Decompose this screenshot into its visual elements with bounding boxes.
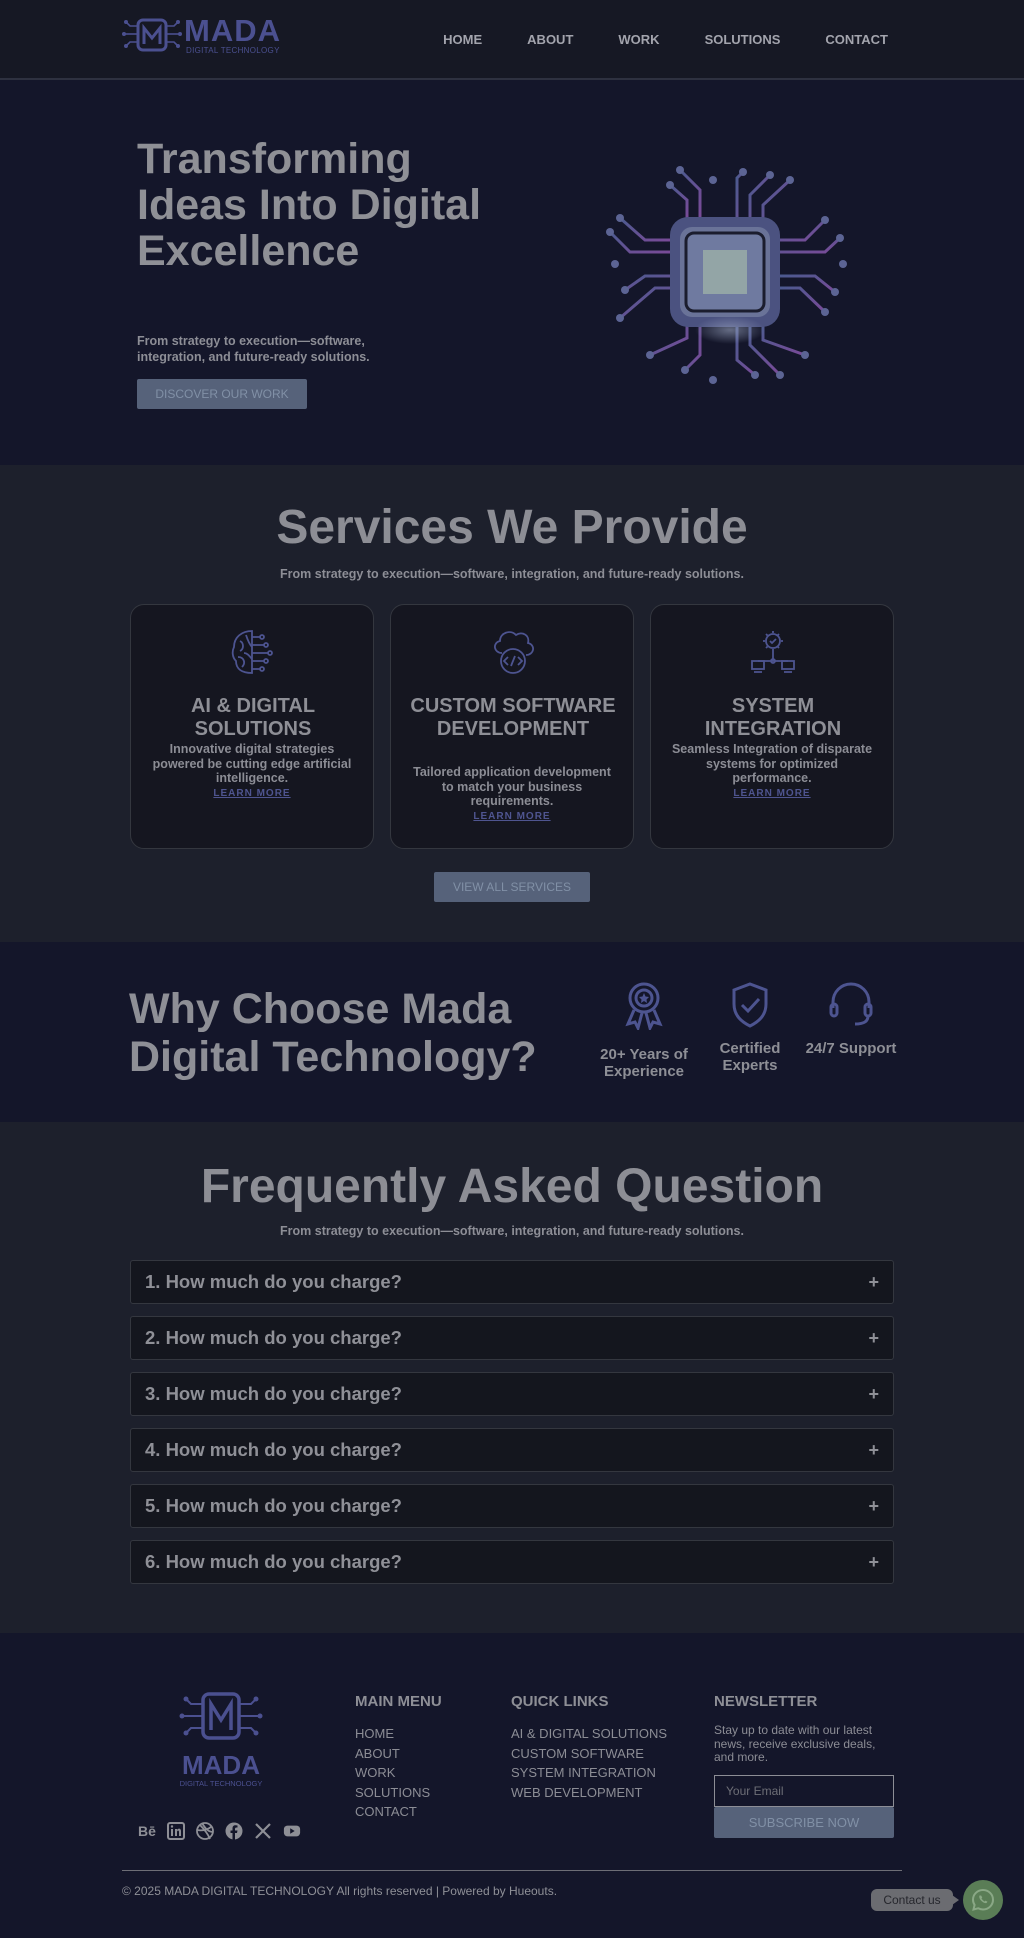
newsletter-email-input[interactable] xyxy=(714,1775,894,1807)
footer-link-contact[interactable]: CONTACT xyxy=(355,1802,442,1822)
nav-home[interactable]: HOME xyxy=(443,32,482,47)
expand-plus-icon[interactable]: + xyxy=(868,1384,879,1405)
site-header: MADA DIGITAL TECHNOLOGY HOME ABOUT WORK … xyxy=(0,0,1024,80)
main-nav: HOME ABOUT WORK SOLUTIONS CONTACT xyxy=(443,0,888,78)
brand-logo[interactable]: MADA DIGITAL TECHNOLOGY xyxy=(122,13,281,56)
services-section: Services We Provide From strategy to exe… xyxy=(0,465,1024,942)
card-description: Tailored application development to matc… xyxy=(413,765,611,808)
card-description: Innovative digital strategies powered be… xyxy=(152,742,352,785)
faq-question: 6. How much do you charge? xyxy=(145,1551,402,1572)
headset-icon xyxy=(829,982,873,1026)
footer-quick-links: QUICK LINKS AI & DIGITAL SOLUTIONS CUSTO… xyxy=(511,1693,667,1802)
expand-plus-icon[interactable]: + xyxy=(868,1440,879,1461)
services-subtitle: From strategy to execution—software, int… xyxy=(280,567,744,581)
faq-item[interactable]: 3. How much do you charge? + xyxy=(130,1372,894,1416)
nav-about[interactable]: ABOUT xyxy=(527,32,573,47)
youtube-icon[interactable] xyxy=(283,1822,301,1840)
logo-chip-icon xyxy=(122,18,182,52)
faq-question: 4. How much do you charge? xyxy=(145,1439,402,1460)
expand-plus-icon[interactable]: + xyxy=(868,1272,879,1293)
why-label: 24/7 Support xyxy=(805,1040,897,1057)
footer-link-solutions[interactable]: SOLUTIONS xyxy=(355,1783,442,1803)
facebook-icon[interactable] xyxy=(225,1822,243,1840)
nav-work[interactable]: WORK xyxy=(618,32,659,47)
faq-question: 5. How much do you charge? xyxy=(145,1495,402,1516)
expand-plus-icon[interactable]: + xyxy=(868,1328,879,1349)
dribbble-icon[interactable] xyxy=(196,1822,214,1840)
faq-item[interactable]: 5. How much do you charge? + xyxy=(130,1484,894,1528)
why-label: 20+ Years of Experience xyxy=(600,1046,688,1080)
linkedin-icon[interactable] xyxy=(167,1822,185,1840)
footer-link-integration[interactable]: SYSTEM INTEGRATION xyxy=(511,1763,667,1783)
footer-link-ai[interactable]: AI & DIGITAL SOLUTIONS xyxy=(511,1724,667,1744)
whatsapp-icon xyxy=(971,1888,995,1911)
why-section: Why Choose Mada Digital Technology? 20+ … xyxy=(0,942,1024,1122)
footer-newsletter: NEWSLETTER Stay up to date with our late… xyxy=(714,1693,894,1765)
card-description: Seamless Integration of disparate system… xyxy=(671,742,873,785)
discover-work-button[interactable]: DISCOVER OUR WORK xyxy=(137,379,307,409)
x-icon[interactable] xyxy=(254,1822,272,1840)
faq-title: Frequently Asked Question xyxy=(200,1160,824,1213)
card-title: CUSTOM SOFTWARE DEVELOPMENT xyxy=(410,695,616,740)
whatsapp-chat-button[interactable] xyxy=(963,1880,1003,1920)
footer-brand-name: MADA xyxy=(182,1750,260,1780)
why-item-support: 24/7 Support xyxy=(791,980,911,1057)
learn-more-link[interactable]: LEARN MORE xyxy=(651,788,893,799)
footer-main-menu: MAIN MENU HOME ABOUT WORK SOLUTIONS CONT… xyxy=(355,1693,442,1822)
social-links: Bē xyxy=(138,1822,301,1840)
system-integration-icon xyxy=(751,631,795,673)
card-title: AI & DIGITAL SOLUTIONS xyxy=(190,695,316,740)
view-all-services-button[interactable]: VIEW ALL SERVICES xyxy=(434,872,590,902)
main-menu-heading: MAIN MENU xyxy=(355,1693,442,1710)
quick-links-heading: QUICK LINKS xyxy=(511,1693,609,1710)
shield-check-icon xyxy=(732,982,768,1028)
newsletter-text: Stay up to date with our latest news, re… xyxy=(714,1723,876,1764)
expand-plus-icon[interactable]: + xyxy=(868,1552,879,1573)
faq-question: 2. How much do you charge? xyxy=(145,1327,402,1348)
circuit-chip-illustration xyxy=(606,166,847,384)
brand-tagline: DIGITAL TECHNOLOGY xyxy=(186,46,280,55)
hero-title: Transforming Ideas Into Digital Excellen… xyxy=(137,135,482,275)
faq-subtitle: From strategy to execution—software, int… xyxy=(280,1224,744,1238)
learn-more-link[interactable]: LEARN MORE xyxy=(391,811,633,822)
faq-item[interactable]: 6. How much do you charge? + xyxy=(130,1540,894,1584)
newsletter-heading: NEWSLETTER xyxy=(714,1693,818,1710)
logo-chip-icon xyxy=(179,1692,263,1740)
faq-question: 3. How much do you charge? xyxy=(145,1383,402,1404)
nav-contact[interactable]: CONTACT xyxy=(825,32,888,47)
footer-link-web-dev[interactable]: WEB DEVELOPMENT xyxy=(511,1783,667,1803)
why-item-experience: 20+ Years of Experience xyxy=(584,980,704,1080)
footer-link-software[interactable]: CUSTOM SOFTWARE xyxy=(511,1744,667,1764)
footer-link-work[interactable]: WORK xyxy=(355,1763,442,1783)
service-card-ai[interactable]: AI & DIGITAL SOLUTIONS Innovative digita… xyxy=(130,604,374,849)
footer-link-about[interactable]: ABOUT xyxy=(355,1744,442,1764)
nav-solutions[interactable]: SOLUTIONS xyxy=(705,32,781,47)
faq-section: Frequently Asked Question From strategy … xyxy=(0,1122,1024,1633)
footer-divider xyxy=(122,1870,902,1871)
brand-name: MADA xyxy=(184,13,281,48)
service-card-software[interactable]: CUSTOM SOFTWARE DEVELOPMENT Tailored app… xyxy=(390,604,634,849)
faq-question: 1. How much do you charge? xyxy=(145,1271,402,1292)
ai-brain-icon xyxy=(231,630,273,674)
footer-link-home[interactable]: HOME xyxy=(355,1724,442,1744)
expand-plus-icon[interactable]: + xyxy=(868,1496,879,1517)
faq-item[interactable]: 2. How much do you charge? + xyxy=(130,1316,894,1360)
behance-icon[interactable]: Bē xyxy=(138,1822,156,1840)
faq-item[interactable]: 4. How much do you charge? + xyxy=(130,1428,894,1472)
subscribe-button[interactable]: SUBSCRIBE NOW xyxy=(714,1807,894,1838)
contact-us-label[interactable]: Contact us xyxy=(871,1889,959,1911)
copyright-text: © 2025 MADA DIGITAL TECHNOLOGY All right… xyxy=(122,1884,558,1898)
services-title: Services We Provide xyxy=(276,501,748,554)
why-title: Why Choose Mada Digital Technology? xyxy=(129,985,537,1081)
service-card-integration[interactable]: SYSTEM INTEGRATION Seamless Integration … xyxy=(650,604,894,849)
faq-item[interactable]: 1. How much do you charge? + xyxy=(130,1260,894,1304)
hero-subtitle: From strategy to execution—software, int… xyxy=(137,334,370,364)
card-title: SYSTEM INTEGRATION xyxy=(704,695,842,740)
award-medal-icon xyxy=(625,982,663,1030)
cloud-code-icon xyxy=(494,631,534,674)
learn-more-link[interactable]: LEARN MORE xyxy=(131,788,373,799)
footer-brand-logo[interactable]: MADA DIGITAL TECHNOLOGY xyxy=(177,1690,265,1788)
footer-brand-tagline: DIGITAL TECHNOLOGY xyxy=(179,1779,263,1788)
